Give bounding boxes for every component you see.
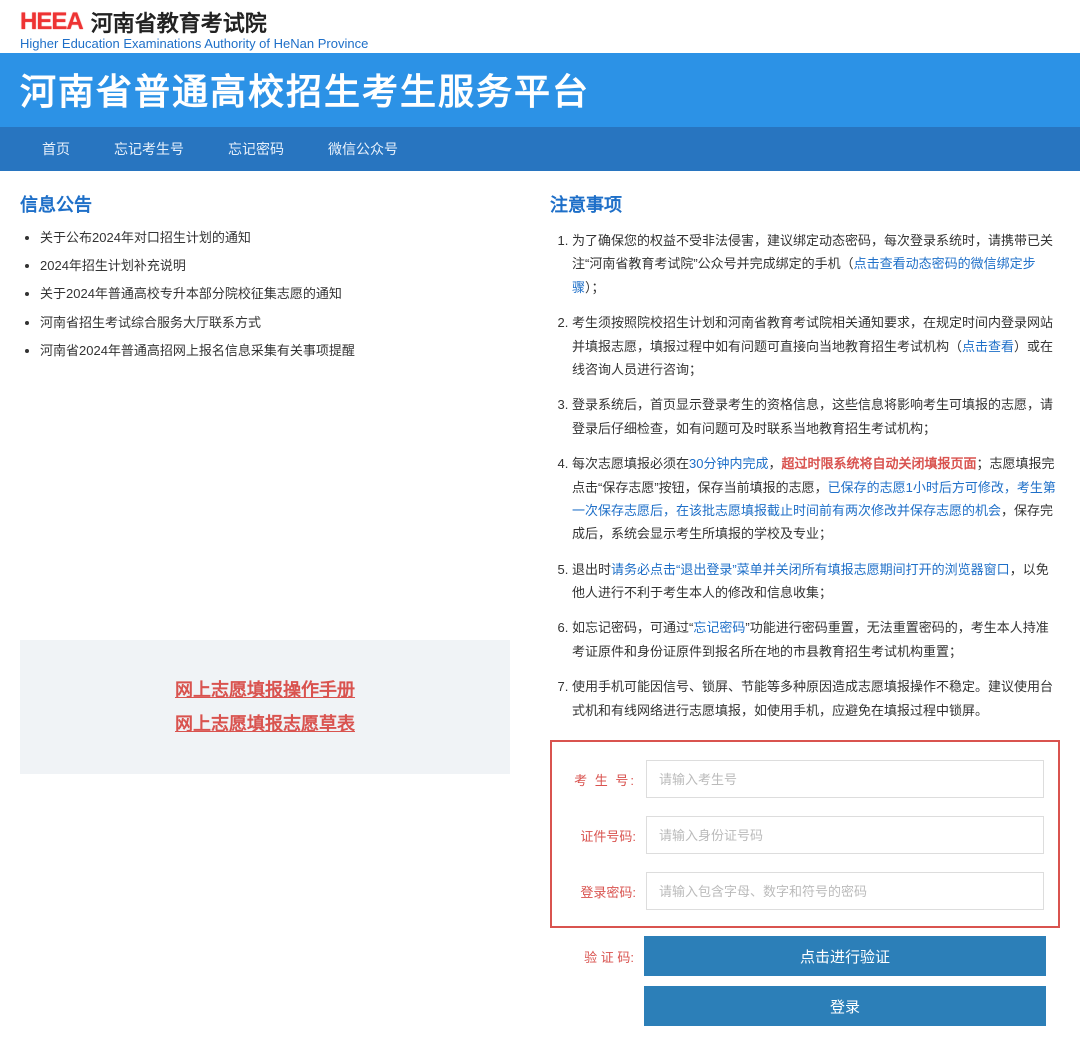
logo-cn: 河南省教育考试院 xyxy=(91,6,267,38)
notice-item: 退出时请务必点击“退出登录”菜单并关闭所有填报志愿期间打开的浏览器窗口，以免他人… xyxy=(572,558,1060,605)
label-cert-number: 证件号码: xyxy=(566,826,636,845)
verify-button[interactable]: 点击进行验证 xyxy=(644,936,1046,976)
logo-mark: HEEA xyxy=(20,8,83,36)
view-institutions-link[interactable]: 点击查看 xyxy=(962,339,1014,354)
list-item[interactable]: 河南省2024年普通高招网上报名信息采集有关事项提醒 xyxy=(40,342,510,360)
notice-item: 为了确保您的权益不受非法侵害，建议绑定动态密码，每次登录系统时，请携带已关注“河… xyxy=(572,229,1060,299)
label-password: 登录密码: xyxy=(566,882,636,901)
list-item[interactable]: 河南省招生考试综合服务大厅联系方式 xyxy=(40,314,510,332)
logo-en: Higher Education Examinations Authority … xyxy=(20,36,1060,51)
notices-title: 注意事项 xyxy=(550,191,1060,217)
header-top: HEEA 河南省教育考试院 Higher Education Examinati… xyxy=(0,0,1080,53)
login-button[interactable]: 登录 xyxy=(644,986,1046,1026)
notices-list: 为了确保您的权益不受非法侵害，建议绑定动态密码，每次登录系统时，请携带已关注“河… xyxy=(550,229,1060,722)
nav-wechat[interactable]: 微信公众号 xyxy=(306,127,420,171)
notice-item: 考生须按照院校招生计划和河南省教育考试院相关通知要求，在规定时间内登录网站并填报… xyxy=(572,311,1060,381)
manual-link-guide[interactable]: 网上志愿填报操作手册 xyxy=(20,676,510,702)
list-item[interactable]: 2024年招生计划补充说明 xyxy=(40,257,510,275)
list-item[interactable]: 关于2024年普通高校专升本部分院校征集志愿的通知 xyxy=(40,285,510,303)
main-content: 信息公告 关于公布2024年对口招生计划的通知 2024年招生计划补充说明 关于… xyxy=(0,171,1080,1046)
login-button-row: 登录 xyxy=(550,986,1060,1026)
login-box: 考 生 号: 证件号码: 登录密码: xyxy=(550,740,1060,928)
logo-row: HEEA 河南省教育考试院 xyxy=(20,6,1060,38)
left-column: 信息公告 关于公布2024年对口招生计划的通知 2024年招生计划补充说明 关于… xyxy=(20,191,510,1026)
notice-item: 登录系统后，首页显示登录考生的资格信息，这些信息将影响考生可填报的志愿，请登录后… xyxy=(572,393,1060,440)
nav-forgot-id[interactable]: 忘记考生号 xyxy=(92,127,206,171)
forgot-password-link[interactable]: 忘记密码 xyxy=(693,620,745,635)
main-nav: 首页 忘记考生号 忘记密码 微信公众号 xyxy=(0,127,1080,171)
title-bar: 河南省普通高校招生考生服务平台 xyxy=(0,53,1080,127)
notice-item: 如忘记密码，可通过“忘记密码”功能进行密码重置，无法重置密码的，考生本人持准考证… xyxy=(572,616,1060,663)
notice-item: 每次志愿填报必须在30分钟内完成，超过时限系统将自动关闭填报页面；志愿填报完点击… xyxy=(572,452,1060,546)
nav-home[interactable]: 首页 xyxy=(20,127,92,171)
right-column: 注意事项 为了确保您的权益不受非法侵害，建议绑定动态密码，每次登录系统时，请携带… xyxy=(550,191,1060,1026)
platform-title: 河南省普通高校招生考生服务平台 xyxy=(20,63,1060,115)
label-examinee-id: 考 生 号: xyxy=(566,770,636,789)
cert-number-input[interactable] xyxy=(646,816,1044,854)
announcements-list: 关于公布2024年对口招生计划的通知 2024年招生计划补充说明 关于2024年… xyxy=(20,229,510,360)
verify-row: 验 证 码: 点击进行验证 xyxy=(550,936,1060,976)
label-verify-code: 验 证 码: xyxy=(564,947,634,966)
list-item[interactable]: 关于公布2024年对口招生计划的通知 xyxy=(40,229,510,247)
password-input[interactable] xyxy=(646,872,1044,910)
examinee-id-input[interactable] xyxy=(646,760,1044,798)
manual-box: 网上志愿填报操作手册 网上志愿填报志愿草表 xyxy=(20,640,510,774)
nav-forgot-password[interactable]: 忘记密码 xyxy=(206,127,306,171)
notice-item: 使用手机可能因信号、锁屏、节能等多种原因造成志愿填报操作不稳定。建议使用台式机和… xyxy=(572,675,1060,722)
manual-link-draft[interactable]: 网上志愿填报志愿草表 xyxy=(20,710,510,736)
announcements-title: 信息公告 xyxy=(20,191,510,217)
